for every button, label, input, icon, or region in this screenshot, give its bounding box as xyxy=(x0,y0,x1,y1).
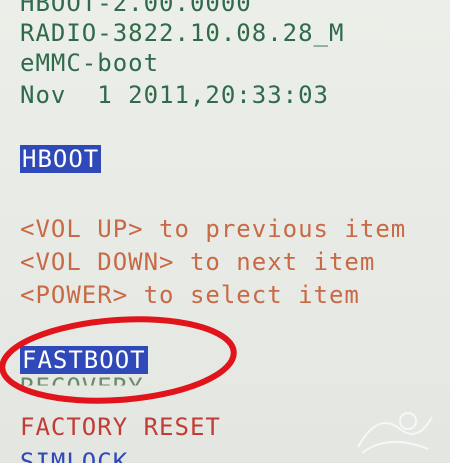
menu-item-recovery[interactable]: RECOVERY xyxy=(20,372,144,386)
build-date-line: Nov 1 2011,20:33:03 xyxy=(20,81,329,109)
current-menu-title: HBOOT xyxy=(20,144,102,174)
menu-item-factory-reset[interactable]: FACTORY RESET xyxy=(20,412,221,442)
watermark-logo xyxy=(357,412,433,454)
menu-item-fastboot-label: FASTBOOT xyxy=(20,346,148,374)
instruction-power: <POWER> to select item xyxy=(20,281,360,309)
current-menu-label: HBOOT xyxy=(20,145,102,173)
instruction-vol-up: <VOL UP> to previous item xyxy=(20,215,407,243)
menu-item-simlock[interactable]: SIMLOCK xyxy=(20,447,128,463)
radio-version-line: RADIO-3822.10.08.28_M xyxy=(20,19,345,47)
hboot-version-line: HBOOT-2.00.0000 xyxy=(20,0,252,17)
bootloader-screen: HBOOT-2.00.0000 RADIO-3822.10.08.28_M eM… xyxy=(0,0,450,463)
emmc-boot-line: eMMC-boot xyxy=(20,49,160,77)
instruction-vol-down: <VOL DOWN> to next item xyxy=(20,248,376,276)
menu-item-fastboot[interactable]: FASTBOOT xyxy=(20,345,148,375)
